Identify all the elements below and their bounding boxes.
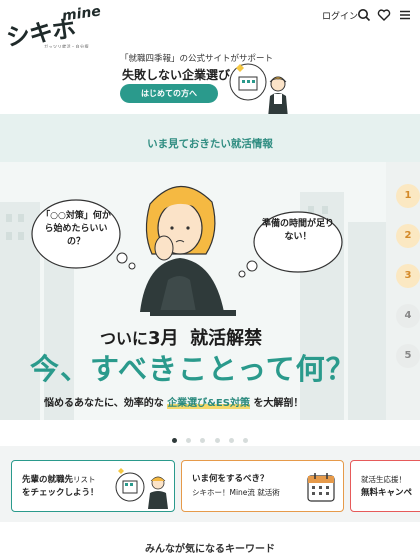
card2-line2: シキホー！Mine流 就活術	[192, 488, 280, 497]
carousel-dot[interactable]	[186, 438, 192, 443]
card1-line1-small: リスト	[73, 475, 96, 484]
rank-tab-2[interactable]: 2	[396, 224, 420, 248]
heart-icon[interactable]	[377, 8, 391, 22]
calendar-icon	[307, 473, 335, 502]
ranking-tabs: 1 2 3 4 5	[386, 162, 420, 420]
keywords-section: みんなが気になるキーワード	[0, 522, 420, 560]
feature-cards: 先輩の就職先リスト をチェックしよう！ いま何をするべき？ シキホー！Mine流…	[0, 446, 420, 522]
bubble-left-text: 「○○対策」何から始めたらいいの？	[41, 211, 111, 247]
card1-line2: をチェックしよう！	[22, 488, 99, 498]
beginners-button[interactable]: はじめての方へ	[120, 84, 218, 103]
card1-line1: 先輩の就職先	[22, 475, 74, 485]
card-free-campaign[interactable]: 就活生応援！ 無料キャンペ	[350, 460, 420, 512]
hero-line3-a: 悩めるあなたに、効率的な	[44, 398, 164, 409]
section-band: いま見ておきたい就活情報	[0, 114, 420, 166]
card3-line1: 就活生応援！	[361, 475, 406, 484]
student-illustration	[229, 63, 288, 118]
card2-line1: いま何をするべき？	[192, 474, 269, 484]
rank-tab-1[interactable]: 1	[396, 184, 420, 208]
menu-icon[interactable]	[398, 8, 412, 22]
login-link[interactable]: ログイン	[322, 9, 358, 22]
carousel-dot[interactable]	[172, 438, 178, 443]
bubble-right-text: 準備の時間が足りない！	[261, 219, 334, 242]
rank-tab-4[interactable]: 4	[396, 304, 420, 328]
rank-tab-5[interactable]: 5	[396, 344, 420, 368]
card1-text: 先輩の就職先リスト をチェックしよう！	[22, 473, 99, 500]
hero-subline: 悩めるあなたに、効率的な 企業選び&ES対策 を大解剖！	[44, 394, 303, 409]
site-logo[interactable]: シキホー! mine ガッツリ就活・自分探しまで	[4, 3, 101, 86]
hero-headline-2: 今、すべきことって何？	[30, 352, 356, 386]
logo-sub: mine	[61, 3, 102, 25]
carousel-dot[interactable]	[200, 438, 206, 443]
search-icon[interactable]	[357, 8, 371, 22]
promo-section: 「就職四季報」の公式サイトがサポート 失敗しない企業選び はじめての方へ	[0, 48, 420, 118]
rank-tab-3[interactable]: 3	[396, 264, 420, 288]
hero-line3-b: を大解剖！	[253, 398, 304, 409]
card-job-hunting-tips[interactable]: いま何をするべき？ シキホー！Mine流 就活術	[181, 460, 344, 512]
card3-text: 就活生応援！ 無料キャンペ	[361, 473, 412, 500]
hero-line3-highlight: 企業選び&ES対策	[167, 398, 250, 409]
carousel-dots	[0, 428, 420, 443]
card2-text: いま何をするべき？ シキホー！Mine流 就活術	[192, 473, 280, 500]
hero-slide[interactable]: 「○○対策」何から始めたらいいの？ 準備の時間が足りない！ ついに3月 就活解禁…	[0, 162, 386, 420]
carousel-dot[interactable]	[214, 438, 220, 443]
promo-title: 失敗しない企業選び	[122, 68, 231, 82]
carousel-dot[interactable]	[242, 438, 248, 443]
card1-illustration	[115, 468, 168, 509]
carousel-dot[interactable]	[228, 438, 234, 443]
keywords-title: みんなが気になるキーワード	[145, 544, 275, 555]
card3-line2: 無料キャンペ	[361, 488, 413, 498]
section-title: いま見ておきたい就活情報	[147, 138, 273, 150]
site-header: シキホー! mine ガッツリ就活・自分探しまで ログイン	[0, 0, 420, 87]
card-senior-jobs[interactable]: 先輩の就職先リスト をチェックしよう！	[11, 460, 175, 512]
